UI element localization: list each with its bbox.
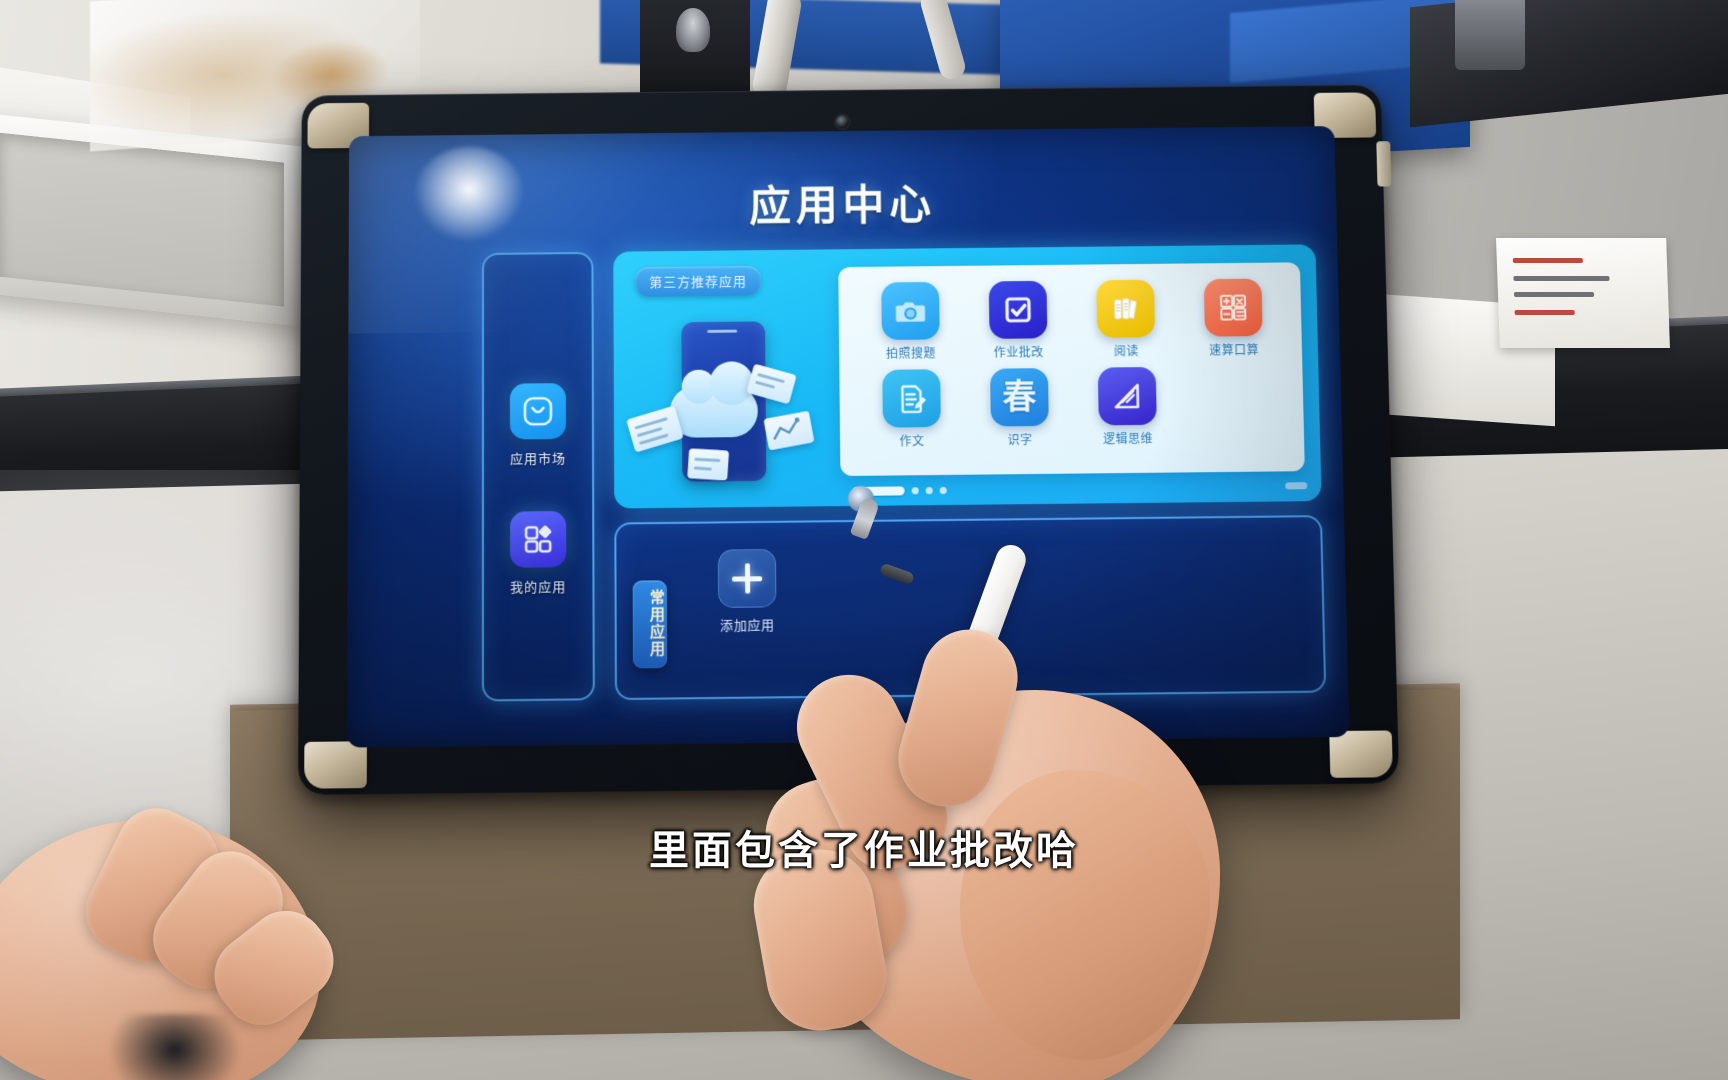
page-indicator-dot	[911, 487, 919, 495]
shopping-bag-icon	[509, 383, 566, 440]
app-item-mental-math-label: 速算口算	[1209, 343, 1260, 358]
sidebar-item-my-apps-label: 我的应用	[510, 579, 567, 596]
packing-box-interior	[0, 132, 284, 307]
app-item-homework-grading[interactable]: 作业批改	[970, 280, 1067, 361]
right-hand-with-stylus	[745, 486, 1320, 1080]
app-item-composition[interactable]: 作文	[863, 369, 960, 450]
machine-bracket-hole	[676, 8, 710, 52]
app-item-reading-label: 阅读	[1113, 344, 1140, 359]
app-item-photo-search[interactable]: 拍照搜题	[862, 281, 959, 362]
sidebar-item-my-apps[interactable]: 我的应用	[484, 510, 593, 597]
machine-right-arm	[1455, 0, 1525, 70]
calculator-icon	[1203, 278, 1263, 337]
video-subtitle: 里面包含了作业批改哈	[649, 829, 1079, 873]
sidebar: 应用市场 我的应用	[481, 251, 595, 702]
grid-apps-icon	[510, 510, 567, 568]
write-doc-icon	[882, 369, 941, 428]
chart-card-graphic	[763, 410, 815, 451]
third-party-tag: 第三方推荐应用	[635, 265, 761, 297]
app-grid-row: 拍照搜题 作业批改 阅读 速算口算	[848, 278, 1292, 362]
sidebar-item-app-market[interactable]: 应用市场	[484, 383, 592, 468]
doc-card-graphic	[626, 405, 684, 453]
app-item-reading[interactable]: 阅读	[1077, 279, 1174, 359]
case-clamp-bottom-left	[304, 741, 367, 789]
camera-icon	[881, 281, 940, 341]
app-item-homework-grading-label: 作业批改	[993, 345, 1044, 360]
app-item-composition-label: 作文	[899, 434, 925, 449]
page-indicator-dot	[939, 486, 947, 495]
stylus-grip-ring	[878, 562, 916, 586]
label-card	[1496, 238, 1670, 348]
chinese-char-icon: 春	[990, 368, 1049, 427]
chinese-char-glyph: 春	[1002, 378, 1037, 417]
app-item-literacy-label: 识字	[1007, 433, 1033, 448]
checkbox-icon	[988, 280, 1048, 339]
app-item-mental-math[interactable]: 速算口算	[1185, 278, 1282, 358]
books-icon	[1096, 279, 1156, 338]
page-indicator-dot	[925, 487, 933, 495]
app-item-photo-search-label: 拍照搜题	[885, 346, 937, 361]
front-camera-dot	[835, 115, 849, 129]
common-apps-tab[interactable]: 常用应用	[632, 580, 668, 669]
recommended-apps-panel: 第三方推荐应用 拍照搜题 作业批改 阅读 速算口算 作文 春 识字 逻辑思维	[613, 244, 1322, 509]
app-item-literacy[interactable]: 春 识字	[971, 368, 1068, 449]
scrollbar-nub[interactable]	[1285, 482, 1308, 490]
app-grid-row: 作文 春 识字 逻辑思维	[849, 366, 1294, 450]
app-item-logic-thinking[interactable]: 逻辑思维	[1079, 366, 1176, 448]
page-title: 应用中心	[749, 181, 937, 230]
left-hand-held-object	[110, 1014, 240, 1080]
power-button[interactable]	[1376, 141, 1392, 187]
cloud-graphic	[669, 385, 759, 438]
sidebar-item-app-market-label: 应用市场	[509, 450, 567, 467]
app-item-logic-thinking-label: 逻辑思维	[1102, 431, 1154, 447]
ruler-pencil-icon	[1097, 366, 1157, 426]
doc-card-graphic	[687, 448, 730, 481]
case-clamp-bottom-right	[1329, 730, 1393, 778]
app-grid: 拍照搜题 作业批改 阅读 速算口算 作文 春 识字 逻辑思维	[838, 262, 1305, 477]
phone-cloud-illustration	[626, 307, 826, 504]
